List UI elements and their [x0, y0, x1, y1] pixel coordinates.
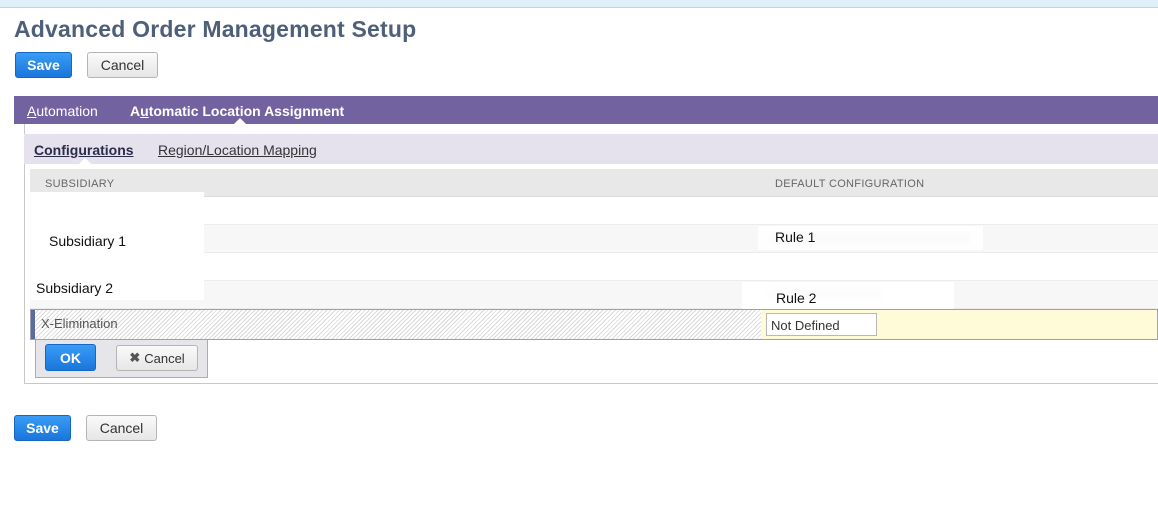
rule-2-value: Rule 2 — [776, 290, 817, 306]
edit-subsidiary-cell: X-Elimination — [31, 310, 761, 339]
page-title: Advanced Order Management Setup — [14, 16, 417, 42]
close-icon: ✖ — [129, 350, 141, 365]
default-configuration-select[interactable]: Not Defined — [766, 313, 877, 336]
subsidiary-2-name: Subsidiary 2 — [36, 280, 114, 296]
top-strip — [0, 0, 1158, 8]
tab-ala-accel: u — [140, 103, 149, 119]
cancel-button-bottom[interactable]: Cancel — [86, 415, 157, 441]
tab-automation-label: utomation — [36, 103, 98, 119]
tab-automatic-location-assignment[interactable]: Automatic Location Assignment — [130, 103, 344, 119]
tab-ala-label-rest: tomatic Location Assignment — [148, 103, 345, 119]
row-edit-actions: OK ✖ Cancel — [35, 340, 208, 378]
column-header-default-configuration: DEFAULT CONFIGURATION — [775, 178, 925, 190]
subsidiary-1-name: Subsidiary 1 — [49, 233, 127, 249]
subtab-region-location-mapping[interactable]: Region/Location Mapping — [158, 142, 317, 158]
ok-button[interactable]: OK — [45, 344, 96, 371]
active-subtab-caret — [79, 158, 91, 164]
tab-automation-accel: A — [27, 103, 37, 119]
sub-tab-bar: Configurations Region/Location Mapping — [24, 134, 1158, 164]
column-header-subsidiary: SUBSIDIARY — [45, 178, 115, 190]
row-cancel-button[interactable]: ✖ Cancel — [116, 345, 198, 371]
tab-ala-label-start: A — [130, 103, 141, 119]
tab-automation[interactable]: Automation — [27, 103, 98, 119]
rule-2-overlay — [742, 282, 954, 309]
save-button-top[interactable]: Save — [15, 52, 72, 78]
edit-subsidiary-value: X-Elimination — [41, 316, 118, 331]
edit-default-configuration-cell: Not Defined — [761, 310, 1157, 339]
cancel-button-top[interactable]: Cancel — [87, 52, 158, 78]
editing-row[interactable]: X-Elimination Not Defined — [30, 309, 1158, 340]
row-cancel-label: Cancel — [144, 350, 185, 366]
save-button-bottom[interactable]: Save — [14, 415, 71, 441]
subtab-configurations[interactable]: Configurations — [34, 142, 134, 158]
main-tab-bar: Automation Automatic Location Assignment — [14, 96, 1158, 124]
rule-1-value: Rule 1 — [775, 229, 816, 245]
